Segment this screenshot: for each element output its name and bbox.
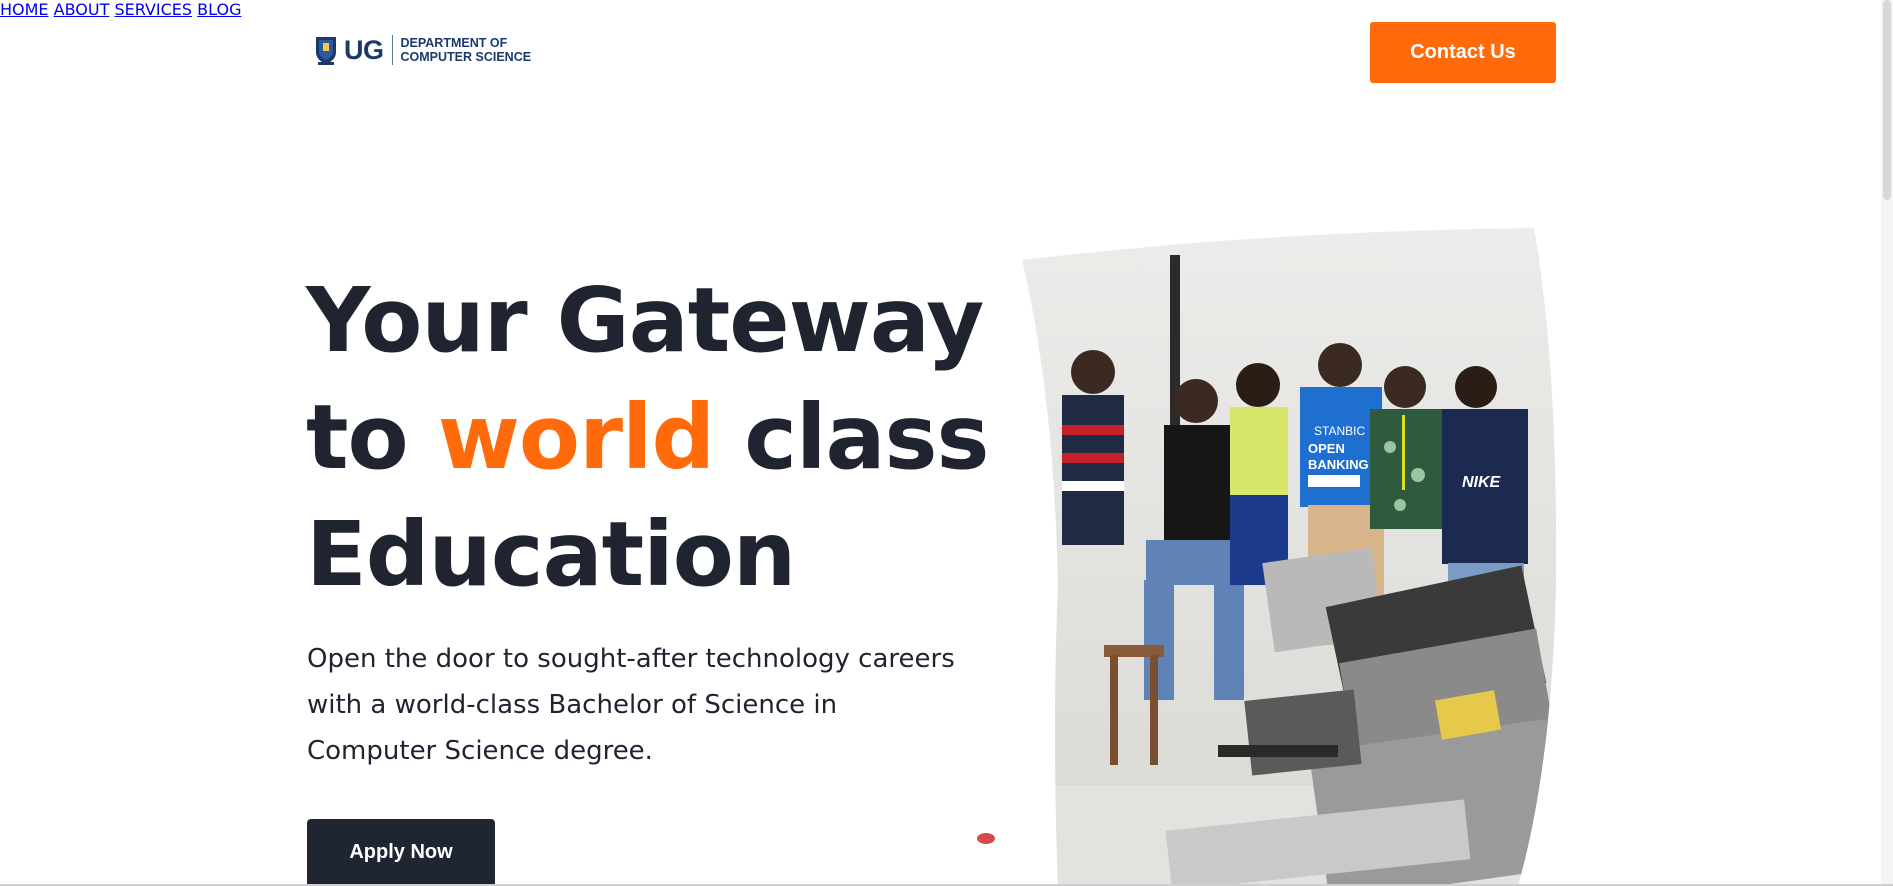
apply-now-button[interactable]: Apply Now	[307, 819, 495, 886]
svg-text:STANBIC: STANBIC	[1314, 424, 1365, 438]
main-nav: HOME ABOUT SERVICES BLOG	[0, 0, 1893, 19]
logo-department-text: DEPARTMENT OF COMPUTER SCIENCE	[401, 36, 532, 64]
nav-blog[interactable]: BLOG	[197, 0, 241, 19]
hero-subtitle-line2: with a world-class Bachelor of Science i…	[307, 690, 838, 720]
hero-subtitle-line3: Computer Science degree.	[307, 736, 653, 766]
logo-dept-line1: DEPARTMENT OF	[400, 36, 508, 50]
hero-photo: STANBIC OPEN BANKING NIKE	[1022, 228, 1557, 886]
university-crest-icon	[314, 34, 338, 66]
svg-text:NIKE: NIKE	[1462, 474, 1502, 491]
page-scrollbar[interactable]	[1881, 0, 1893, 886]
logo-divider	[391, 35, 393, 65]
site-header: UG DEPARTMENT OF COMPUTER SCIENCE HOME A…	[0, 0, 1893, 104]
hero-subtitle: Open the door to sought-after technology…	[307, 636, 1007, 774]
nav-services[interactable]: SERVICES	[114, 0, 192, 19]
nav-about[interactable]: ABOUT	[54, 0, 110, 19]
hero-title-line3: Education	[306, 502, 796, 606]
svg-text:BANKING: BANKING	[1308, 457, 1369, 472]
hero-title-class: class	[744, 385, 989, 489]
scrollbar-thumb[interactable]	[1883, 0, 1891, 200]
hero-title-to: to	[306, 385, 409, 489]
hero-title-line1: Your Gateway	[306, 268, 984, 372]
site-logo[interactable]: UG DEPARTMENT OF COMPUTER SCIENCE	[314, 34, 531, 66]
hero-subtitle-line1: Open the door to sought-after technology…	[307, 644, 955, 674]
decorative-dot	[977, 833, 995, 844]
nav-home[interactable]: HOME	[0, 0, 49, 19]
svg-text:OPEN: OPEN	[1308, 441, 1345, 456]
contact-us-button[interactable]: Contact Us	[1370, 22, 1556, 83]
logo-ug-text: UG	[344, 34, 384, 65]
hero-title-accent: world	[437, 385, 715, 489]
hero-title: Your Gateway to world class Education	[306, 262, 1026, 613]
logo-dept-line2: COMPUTER SCIENCE	[400, 50, 532, 64]
